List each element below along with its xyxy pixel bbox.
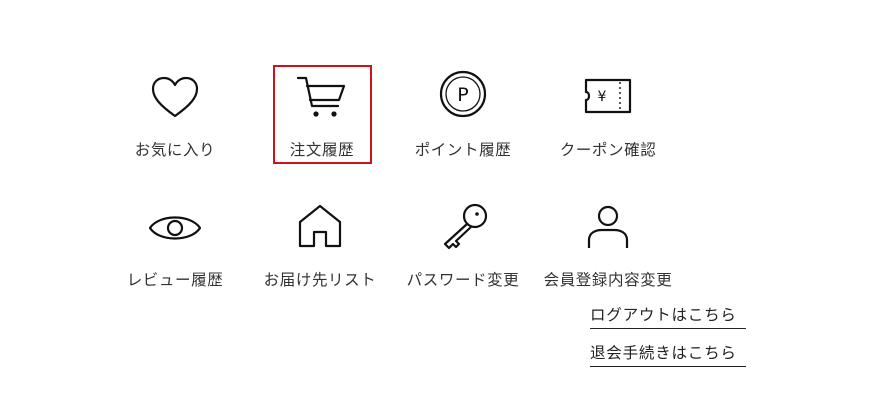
- menu-item-password-change[interactable]: パスワード変更: [388, 200, 538, 300]
- point-coin-icon: P: [435, 70, 491, 126]
- menu-label: お気に入り: [134, 141, 216, 159]
- menu-item-review-history[interactable]: レビュー履歴: [100, 200, 250, 300]
- yen-symbol: ¥: [598, 89, 607, 105]
- menu-label: レビュー履歴: [126, 271, 224, 289]
- withdraw-link[interactable]: 退会手続きはこちら: [590, 341, 746, 367]
- menu-label: ポイント履歴: [414, 141, 512, 159]
- menu-label: お届け先リスト: [263, 271, 377, 289]
- heart-icon: [147, 70, 203, 126]
- eye-icon: [147, 200, 203, 256]
- key-icon: [435, 200, 491, 256]
- menu-item-point-history[interactable]: P ポイント履歴: [388, 70, 538, 170]
- logout-link[interactable]: ログアウトはこちら: [590, 303, 746, 329]
- selected-item-highlight: [273, 65, 372, 164]
- menu-item-address-list[interactable]: お届け先リスト: [245, 200, 395, 300]
- home-icon: [292, 200, 348, 256]
- coupon-ticket-icon: ¥: [580, 70, 636, 126]
- menu-label: パスワード変更: [406, 271, 520, 289]
- menu-item-coupon[interactable]: ¥ クーポン確認: [533, 70, 683, 170]
- menu-item-favorites[interactable]: お気に入り: [100, 70, 250, 170]
- menu-label: クーポン確認: [559, 141, 657, 159]
- menu-item-member-info[interactable]: 会員登録内容変更: [533, 200, 683, 300]
- coin-letter: P: [457, 84, 468, 106]
- menu-label: 会員登録内容変更: [543, 271, 673, 289]
- user-icon: [580, 200, 636, 256]
